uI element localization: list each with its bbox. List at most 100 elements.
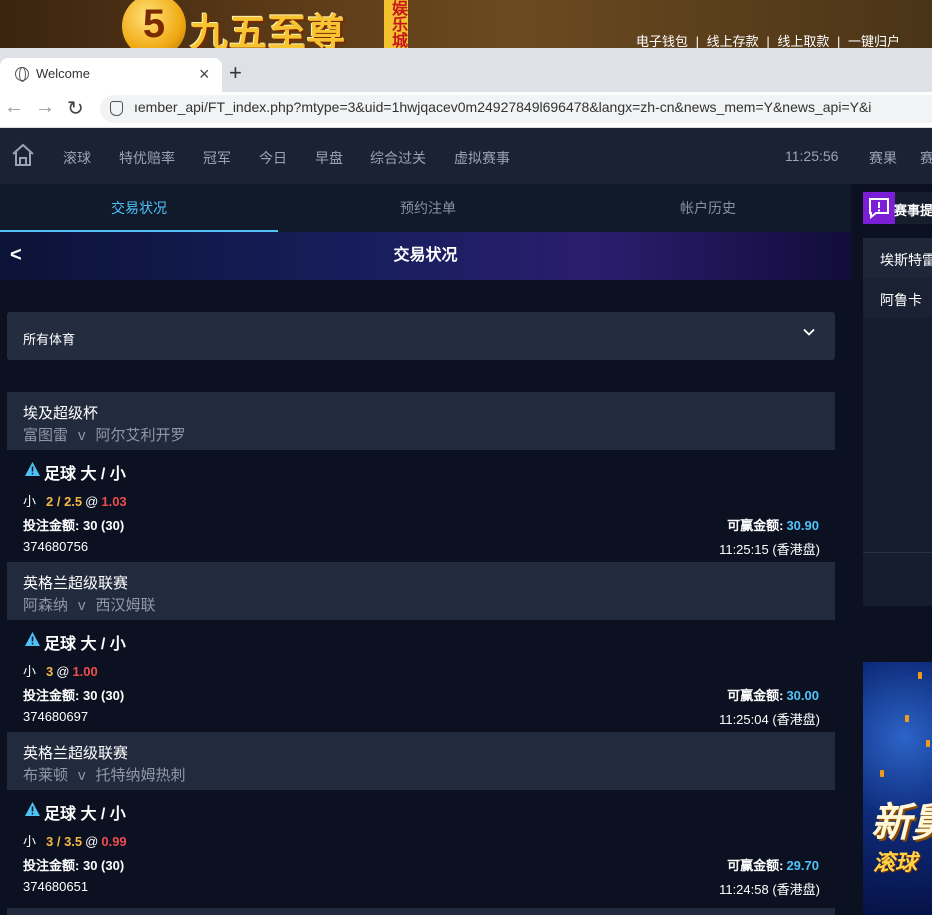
promo-headline: 新舅 [871,801,932,845]
bet-side: 小 [23,834,37,849]
new-tab-button[interactable]: + [229,60,242,86]
warning-icon [25,462,40,476]
versus-label: v [78,597,86,614]
nav-item-live[interactable]: 滚球 [63,148,91,168]
away-team: 西汉姆联 [95,597,156,614]
stake-value: 30 (30) [82,518,125,533]
sport-filter-select[interactable] [7,312,835,360]
win-label: 可赢金额: [727,858,784,873]
page-title: 交易状况 [393,247,458,264]
bet-type: 足球 大 / 小 [44,806,126,823]
bet-stake: 投注金额: 30 (30) [23,685,124,704]
globe-icon [15,67,29,82]
league-header [7,908,835,915]
nav-item-results[interactable]: 赛果 [869,148,897,168]
tab-trade-status[interactable]: 交易状况 [0,184,278,232]
bet-pick: 小 3 @1.00 [23,661,98,680]
bet-side: 小 [23,664,37,679]
at-sign: @ [56,664,70,679]
win-label: 可赢金额: [727,518,784,533]
home-icon[interactable] [11,143,35,167]
bet-pick: 小 2 / 2.5 @1.03 [23,491,127,510]
win-amount: 30.00 [786,688,819,703]
nav-item-overflow[interactable]: 赛 [920,148,932,168]
security-info-icon[interactable] [110,101,123,116]
bet-line: 3 [46,664,54,679]
bet-time: 11:24:58 (香港盘) [719,882,820,897]
reload-icon[interactable]: ↻ [67,96,84,121]
win-amount: 30.90 [786,518,819,533]
match-alert-team: 埃斯特雷 [880,252,932,268]
banner-link-wallet[interactable]: 电子钱包 [636,34,688,48]
at-sign: @ [85,834,99,849]
bet-type: 足球 大 / 小 [44,466,126,483]
banner-link-deposit[interactable]: 线上存款 [707,34,759,48]
ticket-id: 374680651 [23,879,89,894]
bet-stake: 投注金额: 30 (30) [23,515,124,534]
browser-tab[interactable] [0,58,222,92]
brand-logo-icon: 5 [122,0,186,48]
match-alert-title: 赛事提 [894,203,932,218]
warning-icon [25,802,40,816]
warning-icon [25,632,40,646]
bet-pick: 小 3 / 3.5 @0.99 [23,831,127,850]
banner-links: 电子钱包 | 线上存款 | 线上取款 | 一键归户 [634,31,902,48]
divider [863,552,932,553]
bet-win: 可赢金额: 29.70 [727,855,819,874]
away-team: 托特纳姆热刺 [95,767,186,784]
nav-item-outright[interactable]: 冠军 [203,148,231,168]
home-team: 阿森纳 [23,597,69,614]
bet-time: 11:25:15 (香港盘) [719,542,820,557]
close-icon[interactable]: × [199,64,210,85]
league-name: 英格兰超级联赛 [23,745,129,762]
at-sign: @ [85,494,99,509]
promo-banner: 5 九五至尊 娱乐城 电子钱包 | 线上存款 | 线上取款 | 一键归户 [0,0,932,48]
bet-side: 小 [23,494,37,509]
bet-type: 足球 大 / 小 [44,636,126,653]
match-teams: 布莱顿 v 托特纳姆热刺 [23,764,186,785]
bet-win: 可赢金额: 30.00 [727,685,819,704]
ticket-id: 374680697 [23,709,89,724]
bet-odds: 1.03 [101,494,127,509]
bet-odds: 1.00 [72,664,98,679]
match-teams: 阿森纳 v 西汉姆联 [23,594,156,615]
banner-link-consolidate[interactable]: 一键归户 [848,34,900,48]
match-teams: 富图雷 v 阿尔艾利开罗 [23,424,186,445]
league-name: 埃及超级杯 [23,405,99,422]
sparkle-icon [880,770,884,777]
promo-subline: 滚球 [873,850,918,875]
banner-separator: | [766,34,770,48]
match-alert-team: 阿鲁卡 [880,292,922,308]
stake-value: 30 (30) [82,688,125,703]
promo-ad[interactable] [863,662,932,915]
nav-item-virtual[interactable]: 虚拟赛事 [454,148,510,168]
sport-filter-label: 所有体育 [23,332,76,347]
forward-arrow-icon[interactable]: → [35,96,55,119]
tab-pending-bets[interactable]: 预约注单 [289,184,567,232]
nav-item-today[interactable]: 今日 [259,148,287,168]
back-arrow-icon[interactable]: ← [4,96,24,119]
bet-stake: 投注金额: 30 (30) [23,855,124,874]
away-team: 阿尔艾利开罗 [95,427,186,444]
alert-message-icon[interactable] [863,192,895,224]
nav-item-special-odds[interactable]: 特优赔率 [119,148,175,168]
bet-time: 11:25:04 (香港盘) [719,712,820,727]
bet-line: 3 / 3.5 [46,834,83,849]
sparkle-icon [905,715,909,722]
tab-account-history[interactable]: 帐户历史 [569,184,847,232]
chevron-down-icon[interactable] [803,326,815,338]
bet-line: 2 / 2.5 [46,494,83,509]
clock: 11:25:56 [785,148,839,164]
banner-link-withdraw[interactable]: 线上取款 [777,34,829,48]
sparkle-icon [926,740,930,747]
bet-odds: 0.99 [101,834,127,849]
url-text[interactable]: ıember_api/FT_index.php?mtype=3&uid=1hwj… [134,99,932,115]
browser-tab-title: Welcome [36,66,90,81]
brand-logo-text: 九五至尊 [190,10,347,48]
versus-label: v [78,767,86,784]
win-amount: 29.70 [786,858,819,873]
nav-item-early[interactable]: 早盘 [315,148,343,168]
nav-item-parlay[interactable]: 综合过关 [370,148,426,168]
banner-separator: | [695,34,700,48]
stake-value: 30 (30) [82,858,125,873]
